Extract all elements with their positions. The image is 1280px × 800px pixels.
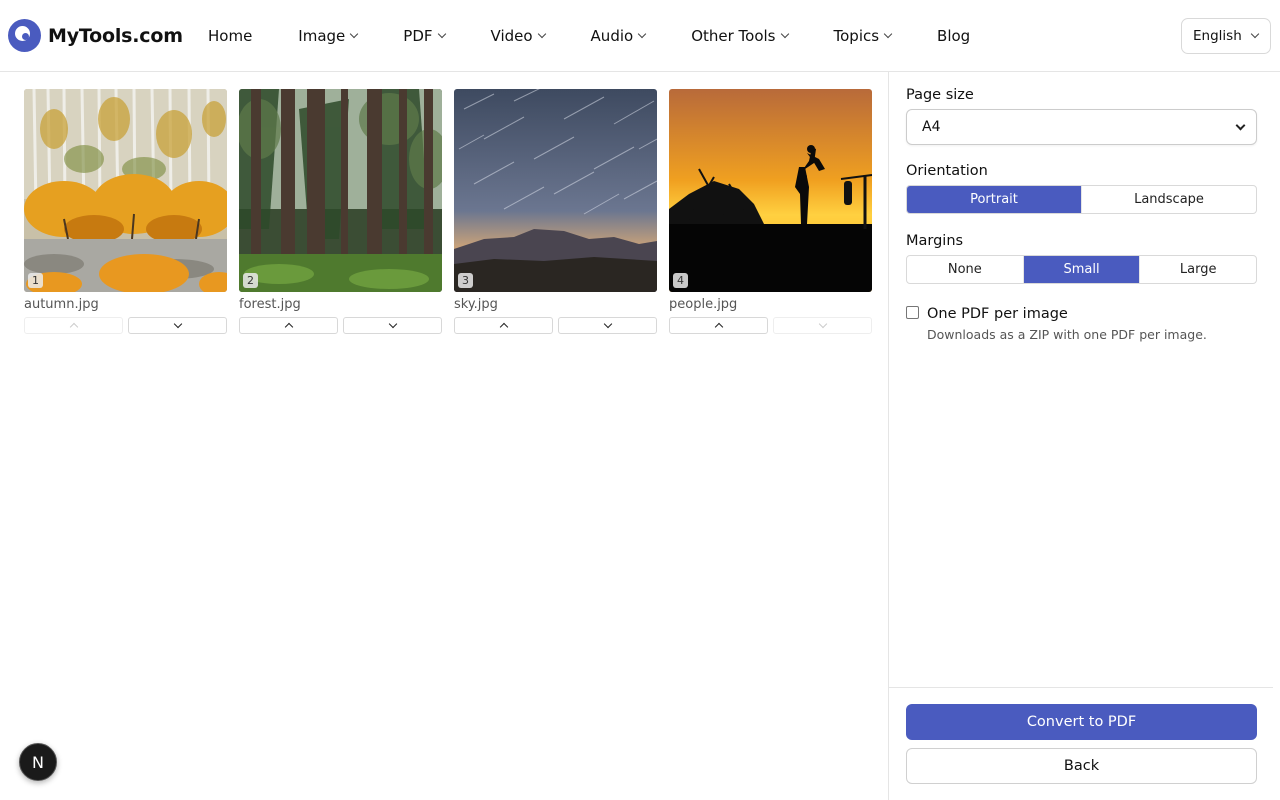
page-size-value: A4: [922, 119, 941, 135]
nav-audio-label: Audio: [590, 27, 634, 45]
move-up-button[interactable]: [239, 317, 338, 334]
back-button[interactable]: Back: [906, 748, 1257, 784]
nav-topics[interactable]: Topics: [833, 27, 893, 45]
chevron-down-icon: [388, 319, 398, 329]
move-up-button[interactable]: [669, 317, 768, 334]
one-pdf-help-text: Downloads as a ZIP with one PDF per imag…: [927, 327, 1207, 342]
settings-panel: Page size A4 Orientation Portrait Landsc…: [888, 72, 1280, 800]
site-header: MyTools.com Home Image PDF Video Audio O…: [0, 0, 1280, 72]
site-logo[interactable]: MyTools.com: [8, 19, 183, 52]
nav-other-tools-label: Other Tools: [691, 27, 776, 45]
image-filename: sky.jpg: [454, 297, 498, 312]
image-index-badge: 4: [673, 273, 688, 288]
nav-pdf-label: PDF: [403, 27, 433, 45]
chevron-up-icon: [284, 322, 294, 332]
chevron-down-icon: [1235, 120, 1246, 131]
floating-n-button[interactable]: N: [19, 743, 57, 781]
margins-large-button[interactable]: Large: [1140, 256, 1256, 283]
margins-small-button[interactable]: Small: [1023, 256, 1141, 283]
sky-photo: [454, 89, 657, 292]
nav-other-tools[interactable]: Other Tools: [691, 27, 789, 45]
margins-label: Margins: [906, 233, 964, 249]
image-filename: people.jpg: [669, 297, 738, 312]
chevron-up-icon: [714, 322, 724, 332]
language-value: English: [1193, 28, 1242, 44]
reorder-controls: [669, 317, 872, 334]
people-photo: [669, 89, 872, 292]
chevron-down-icon: [780, 29, 789, 39]
move-down-button[interactable]: [773, 317, 872, 334]
chevron-up-icon: [499, 322, 509, 332]
reorder-controls: [24, 317, 227, 334]
orientation-toggle: Portrait Landscape: [906, 185, 1257, 214]
nav-video[interactable]: Video: [490, 27, 546, 45]
margins-none-button[interactable]: None: [907, 256, 1024, 283]
forest-photo: [239, 89, 442, 292]
nav-home-label: Home: [208, 27, 253, 45]
image-thumbnail[interactable]: 2: [239, 89, 442, 292]
logo-text: MyTools.com: [48, 24, 183, 47]
chevron-down-icon: [350, 29, 359, 39]
chevron-down-icon: [537, 29, 546, 39]
nav-home[interactable]: Home: [208, 27, 252, 45]
language-select[interactable]: English: [1181, 18, 1271, 54]
chevron-down-icon: [883, 29, 893, 39]
orientation-portrait-button[interactable]: Portrait: [907, 186, 1082, 213]
nav-audio[interactable]: Audio: [590, 27, 647, 45]
chevron-down-icon: [173, 319, 183, 329]
image-index-badge: 3: [458, 273, 473, 288]
margins-toggle: None Small Large: [906, 255, 1257, 284]
chevron-down-icon: [437, 29, 446, 39]
image-filename: autumn.jpg: [24, 297, 99, 312]
nav-pdf[interactable]: PDF: [403, 27, 446, 45]
panel-divider: [889, 687, 1273, 688]
page-size-select[interactable]: A4: [906, 109, 1257, 145]
move-down-button[interactable]: [128, 317, 227, 334]
convert-to-pdf-button[interactable]: Convert to PDF: [906, 704, 1257, 740]
nav-blog-label: Blog: [937, 27, 971, 45]
orientation-landscape-button[interactable]: Landscape: [1082, 186, 1256, 213]
nav-topics-label: Topics: [833, 27, 880, 45]
autumn-photo: [24, 89, 227, 292]
image-index-badge: 2: [243, 273, 258, 288]
reorder-controls: [454, 317, 657, 334]
main-nav: Home Image PDF Video Audio Other Tools T…: [208, 0, 1016, 72]
reorder-controls: [239, 317, 442, 334]
move-up-button[interactable]: [24, 317, 123, 334]
chevron-down-icon: [818, 319, 828, 329]
move-down-button[interactable]: [558, 317, 657, 334]
image-card[interactable]: 3 sky.jpg: [454, 89, 657, 334]
logo-icon: [8, 19, 41, 52]
page-size-label: Page size: [906, 87, 974, 103]
nav-image[interactable]: Image: [298, 27, 359, 45]
one-pdf-checkbox[interactable]: [906, 306, 919, 319]
image-card[interactable]: 1 autumn.jpg: [24, 89, 227, 334]
nav-image-label: Image: [298, 27, 346, 45]
one-pdf-label: One PDF per image: [927, 306, 1068, 322]
image-thumbnail[interactable]: 3: [454, 89, 657, 292]
chevron-down-icon: [637, 29, 647, 39]
nav-video-label: Video: [490, 27, 533, 45]
image-thumbnail[interactable]: 1: [24, 89, 227, 292]
chevron-up-icon: [69, 322, 79, 332]
move-up-button[interactable]: [454, 317, 553, 334]
chevron-down-icon: [1250, 29, 1259, 39]
image-card[interactable]: 2 forest.jpg: [239, 89, 442, 334]
one-pdf-option: One PDF per image: [906, 306, 1068, 322]
orientation-label: Orientation: [906, 163, 988, 179]
image-card[interactable]: 4 people.jpg: [669, 89, 872, 334]
image-thumbnail[interactable]: 4: [669, 89, 872, 292]
move-down-button[interactable]: [343, 317, 442, 334]
image-index-badge: 1: [28, 273, 43, 288]
nav-blog[interactable]: Blog: [937, 27, 970, 45]
image-filename: forest.jpg: [239, 297, 301, 312]
chevron-down-icon: [603, 319, 613, 329]
